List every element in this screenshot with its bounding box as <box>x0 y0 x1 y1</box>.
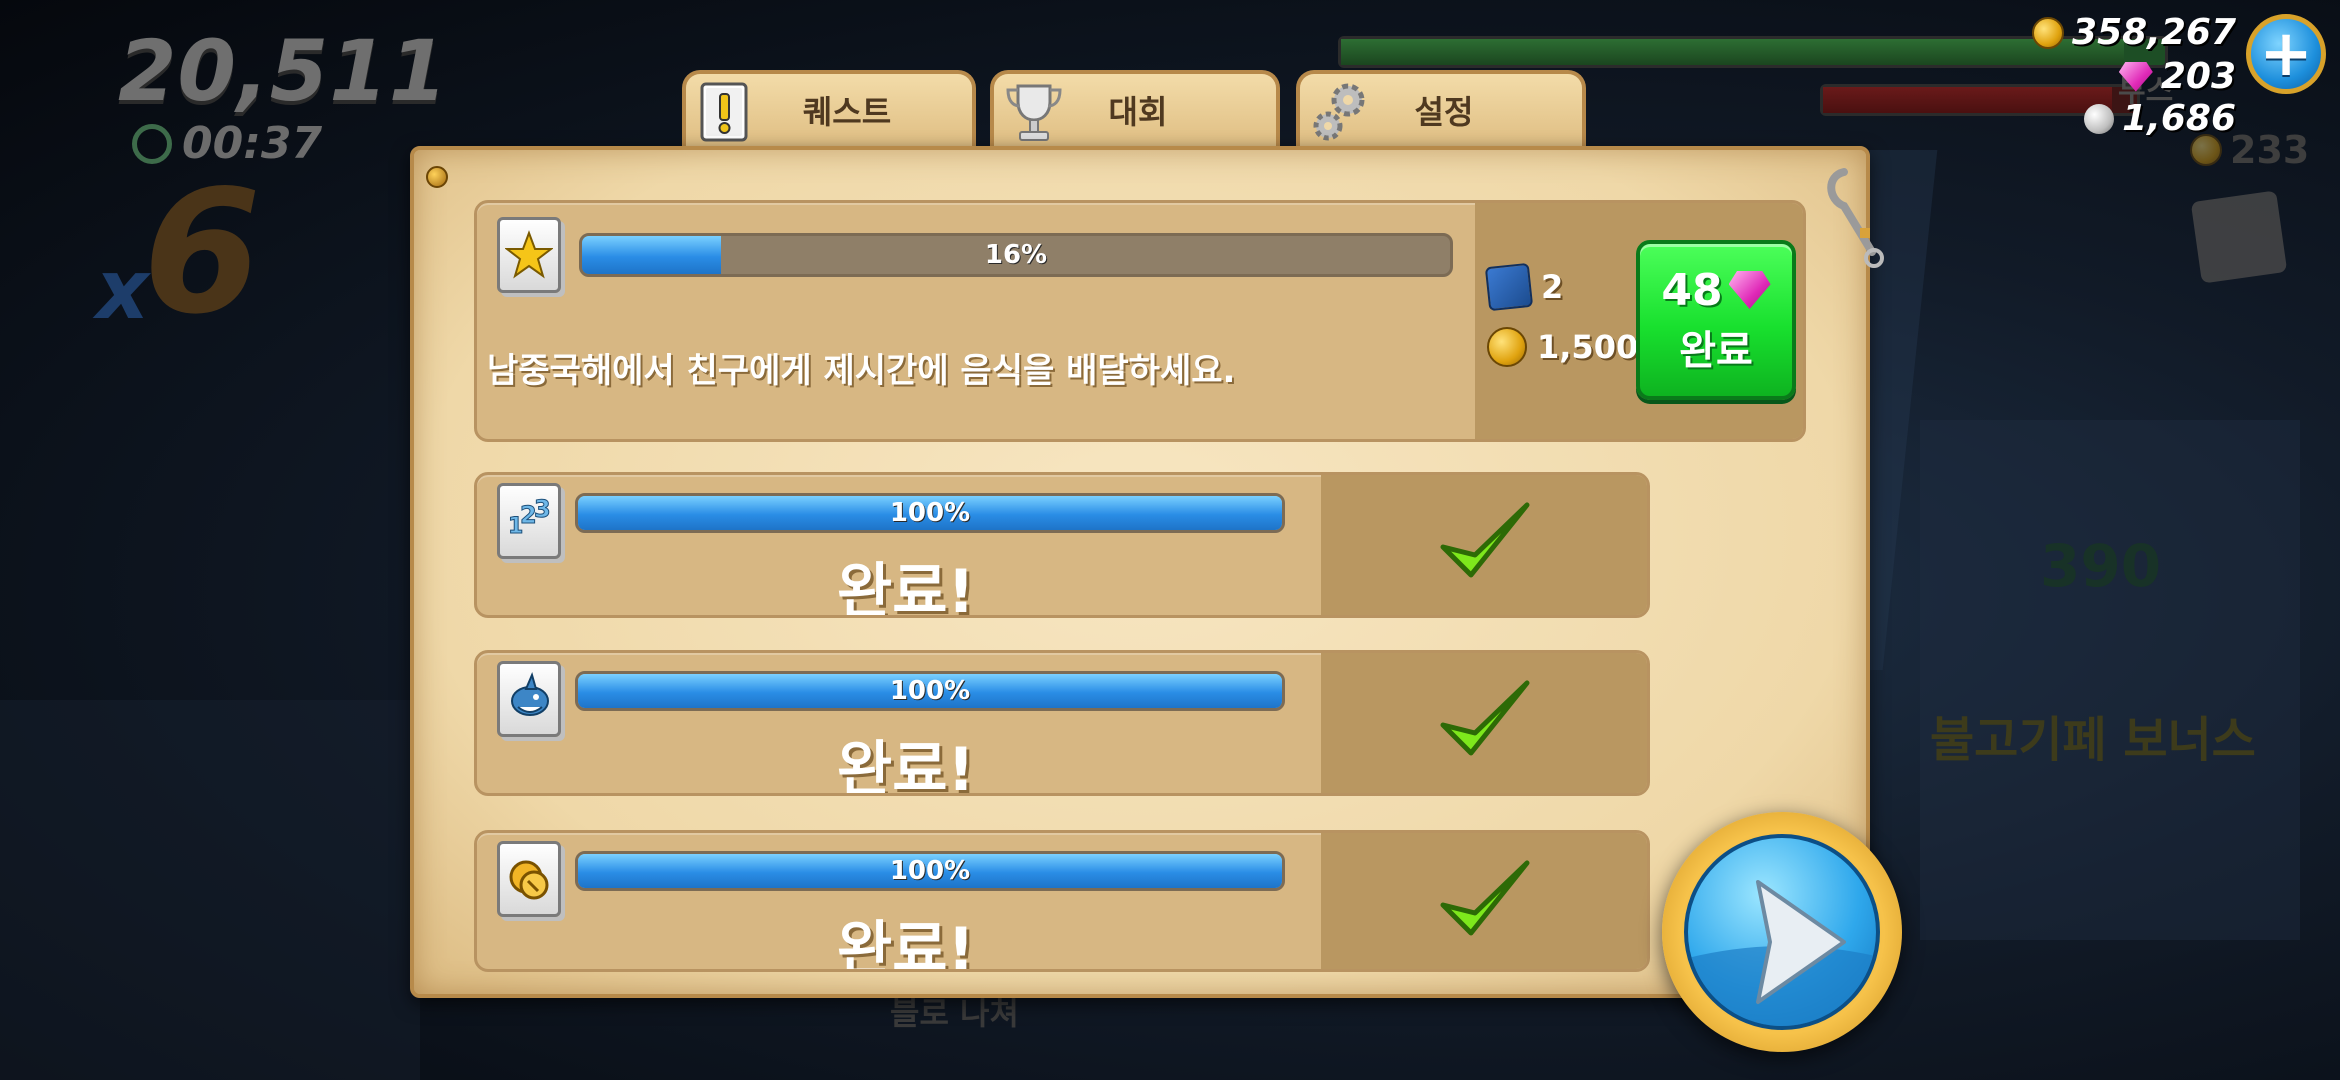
quest-progress-text: 100% <box>889 676 971 706</box>
quest-icon-frame <box>497 661 561 737</box>
quest-icon-frame: 1 2 3 <box>497 483 561 559</box>
coin-count: 358,267 <box>2072 12 2236 53</box>
add-currency-button[interactable]: + <box>2246 14 2326 94</box>
quest-status: 완료! <box>837 735 975 796</box>
coin-icon <box>2190 134 2222 166</box>
checkmark-icon <box>1440 680 1530 756</box>
reward-scroll: 2 <box>1484 262 1564 312</box>
numbers-icon: 1 2 3 <box>508 495 552 540</box>
gears-icon <box>1313 83 1365 141</box>
gem-icon <box>2118 61 2153 92</box>
active-quest-progress-bar: 16% <box>579 233 1453 277</box>
background-scene-block-2 <box>1920 420 2300 940</box>
shark-icon <box>511 672 549 716</box>
check-area <box>1321 653 1647 793</box>
reward-coins: 1,500 <box>1487 327 1638 367</box>
reward-scroll-count: 2 <box>1541 268 1564 306</box>
tab-settings-label: 설정 <box>1414 93 1474 131</box>
coin-icon <box>1487 327 1527 367</box>
background-bonus-text: 불고기페 보너스 <box>1930 712 2256 768</box>
gear-scroll-icon <box>1484 262 1534 312</box>
quest-status: 완료! <box>837 915 975 972</box>
background-number: 390 <box>2040 532 2162 600</box>
quest-progress-text: 100% <box>889 498 971 528</box>
hud-multiplier-value: 6 <box>142 154 262 352</box>
gem-icon <box>1728 271 1771 309</box>
tab-quests-label: 퀘스트 <box>802 93 892 131</box>
pin-icon <box>426 166 448 188</box>
hook-icon <box>1827 168 1884 268</box>
active-quest-row: 16% 남중국해에서 친구에게 제시간에 음식을 배달하세요. 2 1,500 <box>474 200 1806 442</box>
complete-cost: 48 <box>1661 264 1771 316</box>
quest-progress-bar: 100% <box>575 493 1285 533</box>
hud-multiplier: x 6 <box>96 168 261 338</box>
complete-cost-value: 48 <box>1661 264 1723 316</box>
reward-coin-count: 1,500 <box>1537 328 1639 366</box>
complete-quest-button[interactable]: 48 완료 <box>1636 240 1796 400</box>
gem-count: 203 <box>2160 56 2236 97</box>
check-area <box>1321 475 1647 615</box>
play-button[interactable] <box>1662 812 1902 1052</box>
gem-counter: 203 <box>2118 56 2236 97</box>
pearl-icon <box>2084 103 2115 134</box>
tab-tournament-label: 대회 <box>1108 93 1168 131</box>
completed-quest-row: 100% 완료! <box>474 650 1650 796</box>
play-arrow-icon <box>1688 880 1876 1026</box>
svg-text:3: 3 <box>534 495 551 523</box>
treasure-map-icon <box>2190 190 2288 284</box>
quest-scroll-icon <box>700 82 748 142</box>
coin-icon <box>2032 16 2065 49</box>
secondary-coin-counter: 233 <box>2190 128 2309 172</box>
hud-multiplier-x: x <box>96 243 149 338</box>
trophy-icon <box>1006 84 1062 141</box>
checkmark-icon <box>1440 860 1530 936</box>
active-quest-description: 남중국해에서 친구에게 제시간에 음식을 배달하세요. <box>487 351 1236 391</box>
complete-label: 완료 <box>1679 327 1753 374</box>
play-button-face <box>1684 834 1880 1030</box>
checkmark-icon <box>1440 502 1530 578</box>
secondary-coin-count: 233 <box>2230 128 2310 172</box>
active-quest-icon-frame <box>497 217 561 293</box>
tab-settings[interactable]: 설정 <box>1296 70 1586 146</box>
active-quest-progress-text: 16% <box>984 240 1048 270</box>
quest-status: 완료! <box>837 557 975 618</box>
completed-quest-row: 1 2 3 100% 완료! <box>474 472 1650 618</box>
check-area <box>1321 833 1647 969</box>
quest-progress-text: 100% <box>889 856 971 886</box>
quest-progress-bar: 100% <box>575 671 1285 711</box>
hud-score: 20,511 <box>118 22 449 120</box>
tab-tournament[interactable]: 대회 <box>990 70 1280 146</box>
coins-icon <box>509 860 549 900</box>
tab-quests[interactable]: 퀘스트 <box>682 70 976 146</box>
coin-counter: 358,267 <box>2032 12 2236 53</box>
background-scene-block-3 <box>0 700 420 1080</box>
quest-progress-bar: 100% <box>575 851 1285 891</box>
quest-icon-frame <box>497 841 561 917</box>
starfish-icon <box>505 230 553 279</box>
completed-quest-row: 100% 완료! <box>474 830 1650 972</box>
